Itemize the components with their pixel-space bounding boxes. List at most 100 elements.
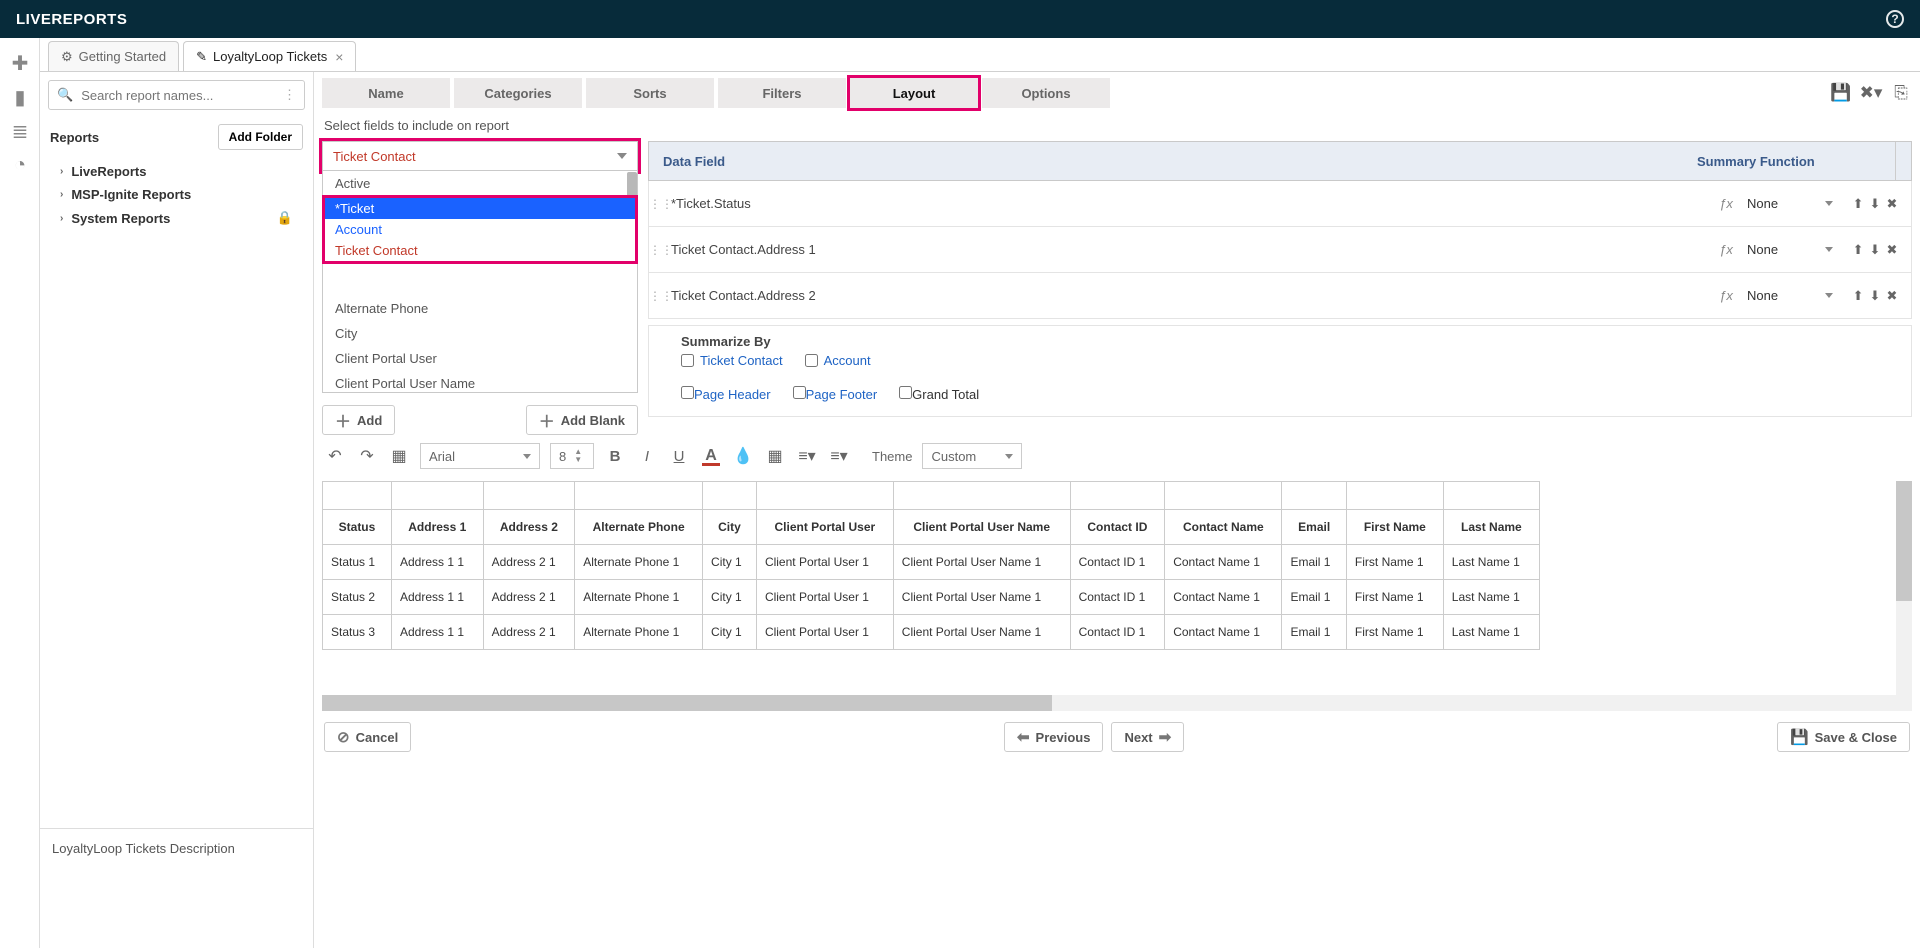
underline-icon[interactable]: U [668, 445, 690, 467]
more-icon[interactable]: ⋮ [283, 87, 296, 103]
move-down-icon[interactable]: ⬇ [1870, 288, 1881, 304]
scrollbar-horizontal[interactable] [322, 695, 1896, 711]
remove-icon[interactable]: ✖ [1886, 242, 1897, 258]
table-icon[interactable]: ▦ [764, 445, 786, 467]
list-item[interactable]: Active [323, 171, 637, 196]
fill-color-icon[interactable]: 💧 [732, 445, 754, 467]
check-account[interactable]: Account [805, 353, 871, 368]
move-up-icon[interactable]: ⬆ [1853, 288, 1864, 304]
preview-header: Email [1282, 510, 1346, 545]
check-page-header[interactable]: Page Header [681, 386, 771, 402]
preview-header: Alternate Phone [575, 510, 703, 545]
list-item[interactable]: Client Portal User [323, 346, 637, 371]
grip-icon[interactable]: ⋮⋮ [649, 243, 667, 257]
remove-icon[interactable]: ✖ [1886, 196, 1897, 212]
summary-select[interactable]: None [1741, 288, 1839, 303]
move-up-icon[interactable]: ⬆ [1853, 242, 1864, 258]
export-icon[interactable]: ⎘ [1890, 82, 1912, 104]
preview-header: Contact ID [1070, 510, 1165, 545]
summarize-section: Summarize By Ticket Contact Account Page… [648, 325, 1912, 417]
align-left-icon[interactable]: ≡▾ [796, 445, 818, 467]
source-select-value: Ticket Contact [333, 149, 416, 164]
fx-icon[interactable]: ƒx [1711, 242, 1741, 257]
step-sorts[interactable]: Sorts [586, 78, 714, 108]
font-select[interactable]: Arial [420, 443, 540, 469]
format-toolbar: ↶ ↷ ▦ Arial 8▲▼ B I U A 💧 ▦ ≡▾ ≡▾ Theme … [314, 435, 1920, 477]
list-item[interactable]: Client Portal User Name [323, 371, 637, 393]
font-size[interactable]: 8▲▼ [550, 443, 594, 469]
save-icon[interactable]: 💾 [1830, 82, 1852, 104]
fx-icon[interactable]: ƒx [1711, 288, 1741, 303]
grip-icon[interactable]: ⋮⋮ [649, 197, 667, 211]
dropdown-item-account[interactable]: Account [325, 219, 635, 240]
bold-icon[interactable]: B [604, 445, 626, 467]
undo-icon[interactable]: ↶ [324, 445, 346, 467]
col-data-field: Data Field [649, 154, 1697, 169]
file-icon[interactable]: ▮ [0, 80, 40, 114]
top-bar: LIVEREPORTS ? [0, 0, 1920, 38]
tab-getting-started[interactable]: ⚙ Getting Started [48, 41, 179, 71]
align-center-icon[interactable]: ≡▾ [828, 445, 850, 467]
save-close-button[interactable]: 💾Save & Close [1777, 722, 1910, 752]
add-blank-button[interactable]: ＋Add Blank [526, 405, 638, 435]
previous-button[interactable]: ⬅Previous [1004, 722, 1104, 752]
step-layout[interactable]: Layout [850, 78, 978, 108]
theme-select[interactable]: Custom [922, 443, 1022, 469]
preview-cell: Address 2 1 [483, 615, 575, 650]
move-up-icon[interactable]: ⬆ [1853, 196, 1864, 212]
list-item[interactable]: City [323, 321, 637, 346]
check-ticket-contact[interactable]: Ticket Contact [681, 353, 783, 368]
plus-icon[interactable]: ✚ [0, 46, 40, 80]
folder-msp-ignite[interactable]: ›MSP-Ignite Reports [40, 183, 313, 206]
data-field-row[interactable]: ⋮⋮*Ticket.StatusƒxNone⬆⬇✖ [648, 181, 1912, 227]
preview-header: Client Portal User Name [893, 510, 1070, 545]
folder-system[interactable]: ›System Reports🔒 [40, 206, 313, 230]
remove-icon[interactable]: ✖ [1886, 288, 1897, 304]
clock-icon[interactable]: ◔ [0, 148, 40, 182]
preview-header-spacer [575, 482, 703, 510]
search-box[interactable]: 🔍 ⋮ [48, 80, 305, 110]
cancel-icon: ⊘ [337, 728, 350, 746]
field-name: Ticket Contact.Address 2 [667, 288, 1711, 303]
folder-livereports[interactable]: ›LiveReports [40, 160, 313, 183]
grip-icon[interactable]: ⋮⋮ [649, 289, 667, 303]
text-color-icon[interactable]: A [700, 445, 722, 467]
move-down-icon[interactable]: ⬇ [1870, 196, 1881, 212]
scrollbar[interactable] [1895, 142, 1911, 180]
preview-header-spacer [1282, 482, 1346, 510]
help-icon[interactable]: ? [1886, 10, 1904, 28]
step-name[interactable]: Name [322, 78, 450, 108]
preview-cell: Email 1 [1282, 580, 1346, 615]
add-button[interactable]: ＋Add [322, 405, 395, 435]
search-input[interactable] [81, 88, 275, 103]
next-button[interactable]: Next➡ [1111, 722, 1184, 752]
summary-select[interactable]: None [1741, 196, 1839, 211]
list-item[interactable] [323, 271, 637, 296]
grid-icon[interactable]: ▦ [388, 445, 410, 467]
db-icon[interactable]: ≣ [0, 114, 40, 148]
step-categories[interactable]: Categories [454, 78, 582, 108]
data-field-row[interactable]: ⋮⋮Ticket Contact.Address 2ƒxNone ⬆ ⬇ ✖ [648, 273, 1912, 319]
step-options[interactable]: Options [982, 78, 1110, 108]
add-folder-button[interactable]: Add Folder [218, 124, 303, 150]
summary-select[interactable]: None [1741, 242, 1839, 257]
move-down-icon[interactable]: ⬇ [1870, 242, 1881, 258]
step-filters[interactable]: Filters [718, 78, 846, 108]
delete-icon[interactable]: ✖▾ [1860, 82, 1882, 104]
italic-icon[interactable]: I [636, 445, 658, 467]
dropdown-item-ticket-contact[interactable]: Ticket Contact [325, 240, 635, 261]
data-field-row[interactable]: ⋮⋮Ticket Contact.Address 1ƒxNone ⬆ ⬇ ✖ [648, 227, 1912, 273]
check-page-footer[interactable]: Page Footer [793, 386, 878, 402]
source-select[interactable]: Ticket Contact [322, 141, 638, 171]
field-name: Ticket Contact.Address 1 [667, 242, 1711, 257]
close-icon[interactable]: × [335, 49, 343, 65]
scrollbar-vertical[interactable] [1896, 481, 1912, 711]
list-item[interactable]: Alternate Phone [323, 296, 637, 321]
footer-buttons: ⊘Cancel ⬅Previous Next➡ 💾Save & Close [314, 711, 1920, 762]
cancel-button[interactable]: ⊘Cancel [324, 722, 411, 752]
dropdown-item-ticket[interactable]: *Ticket [325, 198, 635, 219]
tab-report[interactable]: ✎ LoyaltyLoop Tickets × [183, 41, 356, 71]
redo-icon[interactable]: ↷ [356, 445, 378, 467]
fx-icon[interactable]: ƒx [1711, 196, 1741, 211]
check-grand-total[interactable]: Grand Total [899, 386, 979, 402]
